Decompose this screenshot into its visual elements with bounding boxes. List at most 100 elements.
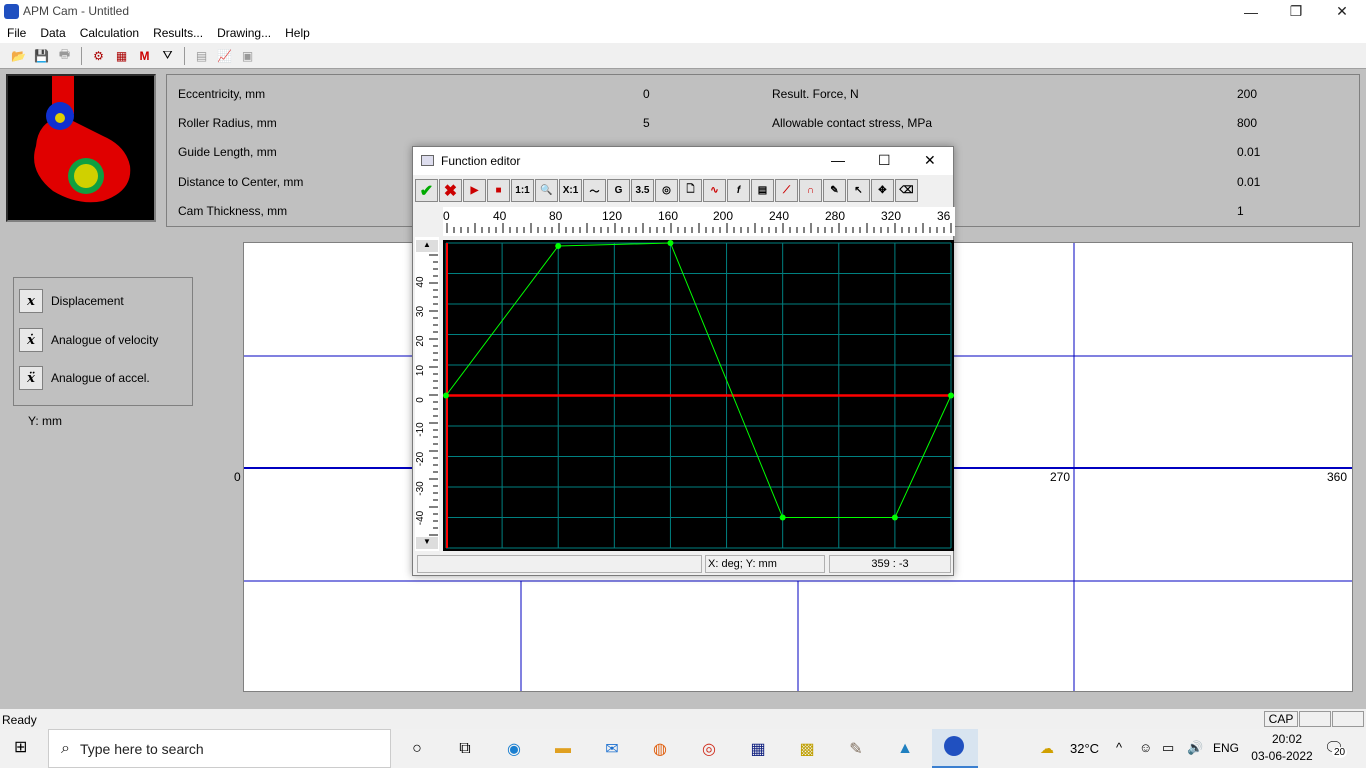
menu-file[interactable]: File xyxy=(0,26,33,40)
legend-velocity[interactable]: ẋ Analogue of velocity xyxy=(19,327,158,353)
units-field: X: deg; Y: mm xyxy=(705,555,825,573)
status-text: Ready xyxy=(2,713,37,727)
precision-button[interactable]: 3.5 xyxy=(631,179,654,202)
firefox-icon[interactable]: ◍ xyxy=(647,736,673,762)
legend-label: Analogue of velocity xyxy=(51,333,159,347)
curve-icon[interactable]: ∿ xyxy=(703,179,726,202)
param-value[interactable]: 0.01 xyxy=(1237,145,1260,159)
cancel-icon[interactable]: ✖ xyxy=(439,179,462,202)
app-icon[interactable]: ▦ xyxy=(745,736,771,762)
language-indicator[interactable]: ENG xyxy=(1213,741,1239,755)
param-label: Cam Thickness, mm xyxy=(178,204,288,218)
dialog-minimize-button[interactable]: — xyxy=(831,152,845,168)
data-point xyxy=(443,392,449,399)
data-point xyxy=(948,392,954,399)
scale-x-button[interactable]: X:1 xyxy=(559,179,582,202)
apm-cam-icon xyxy=(944,736,964,756)
minimize-button[interactable]: — xyxy=(1228,0,1274,23)
table-icon[interactable]: ▤ xyxy=(751,179,774,202)
profile-icon[interactable]: ⛛ xyxy=(158,46,177,65)
menu-calculation[interactable]: Calculation xyxy=(73,26,146,40)
drawing-icon[interactable]: ▣ xyxy=(238,46,257,65)
app-icon[interactable]: ▩ xyxy=(794,736,820,762)
menu-help[interactable]: Help xyxy=(278,26,317,40)
export-icon[interactable]: ■ xyxy=(487,179,510,202)
edge-icon[interactable]: ◉ xyxy=(501,736,527,762)
print-icon[interactable]: 🖶 xyxy=(55,46,74,65)
graph-icon[interactable]: 📈 xyxy=(215,46,234,65)
accept-icon[interactable]: ✔ xyxy=(415,179,438,202)
function-plot[interactable] xyxy=(443,240,954,551)
taskbar: ⊞ ⌕ Type here to search ○ ⧉ ◉ ▬ ✉ ◍ ◎ ▦ … xyxy=(0,729,1366,768)
param-value[interactable]: 200 xyxy=(1237,87,1257,101)
dialog-close-button[interactable]: ✕ xyxy=(924,152,936,169)
material-icon[interactable]: M xyxy=(135,46,154,65)
dialog-maximize-button[interactable]: ☐ xyxy=(878,152,891,169)
settings-icon[interactable]: ⚙ xyxy=(89,46,108,65)
zoom-icon[interactable]: 🔍 xyxy=(535,179,558,202)
cortana-icon[interactable]: ○ xyxy=(404,736,430,762)
battery-icon[interactable]: ▭ xyxy=(1162,740,1174,756)
clock-time[interactable]: 20:02 xyxy=(1262,732,1312,746)
arc-icon[interactable]: ∩ xyxy=(799,179,822,202)
grid-icon[interactable]: G xyxy=(607,179,630,202)
file-explorer-icon[interactable]: ▬ xyxy=(550,736,576,762)
pointer-icon[interactable]: ↖ xyxy=(847,179,870,202)
open-icon[interactable]: 📂 xyxy=(9,46,28,65)
dialog-title-bar: Function editor — ☐ ✕ xyxy=(413,147,953,175)
scroll-up-icon[interactable]: ▲ xyxy=(416,240,438,252)
volume-icon[interactable]: 🔊 xyxy=(1187,740,1203,756)
pen-icon[interactable]: ✎ xyxy=(823,179,846,202)
save-icon[interactable]: 💾 xyxy=(32,46,51,65)
status-bar: Ready CAP xyxy=(0,709,1366,729)
chrome-icon[interactable]: ◎ xyxy=(696,736,722,762)
legend-acceleration[interactable]: ẍ Analogue of accel. xyxy=(19,365,150,391)
menu-data[interactable]: Data xyxy=(33,26,72,40)
param-value[interactable]: 1 xyxy=(1237,204,1244,218)
weather-temp[interactable]: 32°C xyxy=(1070,741,1099,756)
apm-cam-taskbar-button[interactable] xyxy=(932,729,978,768)
calculate-icon[interactable]: ▦ xyxy=(112,46,131,65)
x-ruler-ticks xyxy=(446,223,952,233)
caps-indicator: CAP xyxy=(1264,711,1298,727)
restore-button[interactable]: ❐ xyxy=(1273,0,1319,23)
menu-results[interactable]: Results... xyxy=(146,26,210,40)
function-plot-canvas[interactable] xyxy=(443,240,954,551)
task-view-icon[interactable]: ⧉ xyxy=(452,736,478,762)
dialog-title: Function editor xyxy=(441,154,521,168)
weather-icon[interactable]: ☁ xyxy=(1040,740,1054,757)
param-value[interactable]: 0.01 xyxy=(1237,175,1260,189)
table-icon[interactable]: ▤ xyxy=(192,46,211,65)
windows-start-icon[interactable]: ⊞ xyxy=(14,739,32,757)
search-icon: ⌕ xyxy=(61,739,70,757)
eraser-icon[interactable]: ⌫ xyxy=(895,179,918,202)
clock-date[interactable]: 03-06-2022 xyxy=(1247,749,1317,763)
wave-icon[interactable]: 〜 xyxy=(583,179,606,202)
tray-chevron-icon[interactable]: ^ xyxy=(1116,740,1122,755)
function-icon[interactable]: f xyxy=(727,179,750,202)
import-icon[interactable]: ▶ xyxy=(463,179,486,202)
scale-1-1-button[interactable]: 1:1 xyxy=(511,179,534,202)
param-value[interactable]: 0 xyxy=(643,87,650,101)
mail-icon[interactable]: ✉ xyxy=(599,736,625,762)
param-value[interactable]: 5 xyxy=(643,116,650,130)
menu-drawing[interactable]: Drawing... xyxy=(210,26,278,40)
param-value[interactable]: 800 xyxy=(1237,116,1257,130)
page-icon[interactable]: 🗋 xyxy=(679,179,702,202)
color-icon[interactable]: ◎ xyxy=(655,179,678,202)
data-point xyxy=(667,240,674,246)
scroll-down-icon[interactable]: ▼ xyxy=(416,537,438,549)
series-line xyxy=(445,242,952,518)
paint-icon[interactable]: ✎ xyxy=(843,736,869,762)
line-icon[interactable]: ⟋ xyxy=(775,179,798,202)
people-icon[interactable]: ☺ xyxy=(1139,740,1152,755)
ruler-label: 280 xyxy=(825,209,846,223)
y-ruler: ▲ 40 30 20 10 0 -10 -20 -30 -40 ▼ xyxy=(415,237,439,551)
data-point xyxy=(779,514,786,521)
taskbar-search[interactable]: ⌕ Type here to search xyxy=(48,729,391,768)
close-button[interactable]: ✕ xyxy=(1319,0,1365,23)
move-point-icon[interactable]: ✥ xyxy=(871,179,894,202)
app-icon[interactable]: ▲ xyxy=(892,736,918,762)
legend-displacement[interactable]: x Displacement xyxy=(19,288,124,314)
title-bar: APM Cam - Untitled — ❐ ✕ xyxy=(0,0,1366,23)
